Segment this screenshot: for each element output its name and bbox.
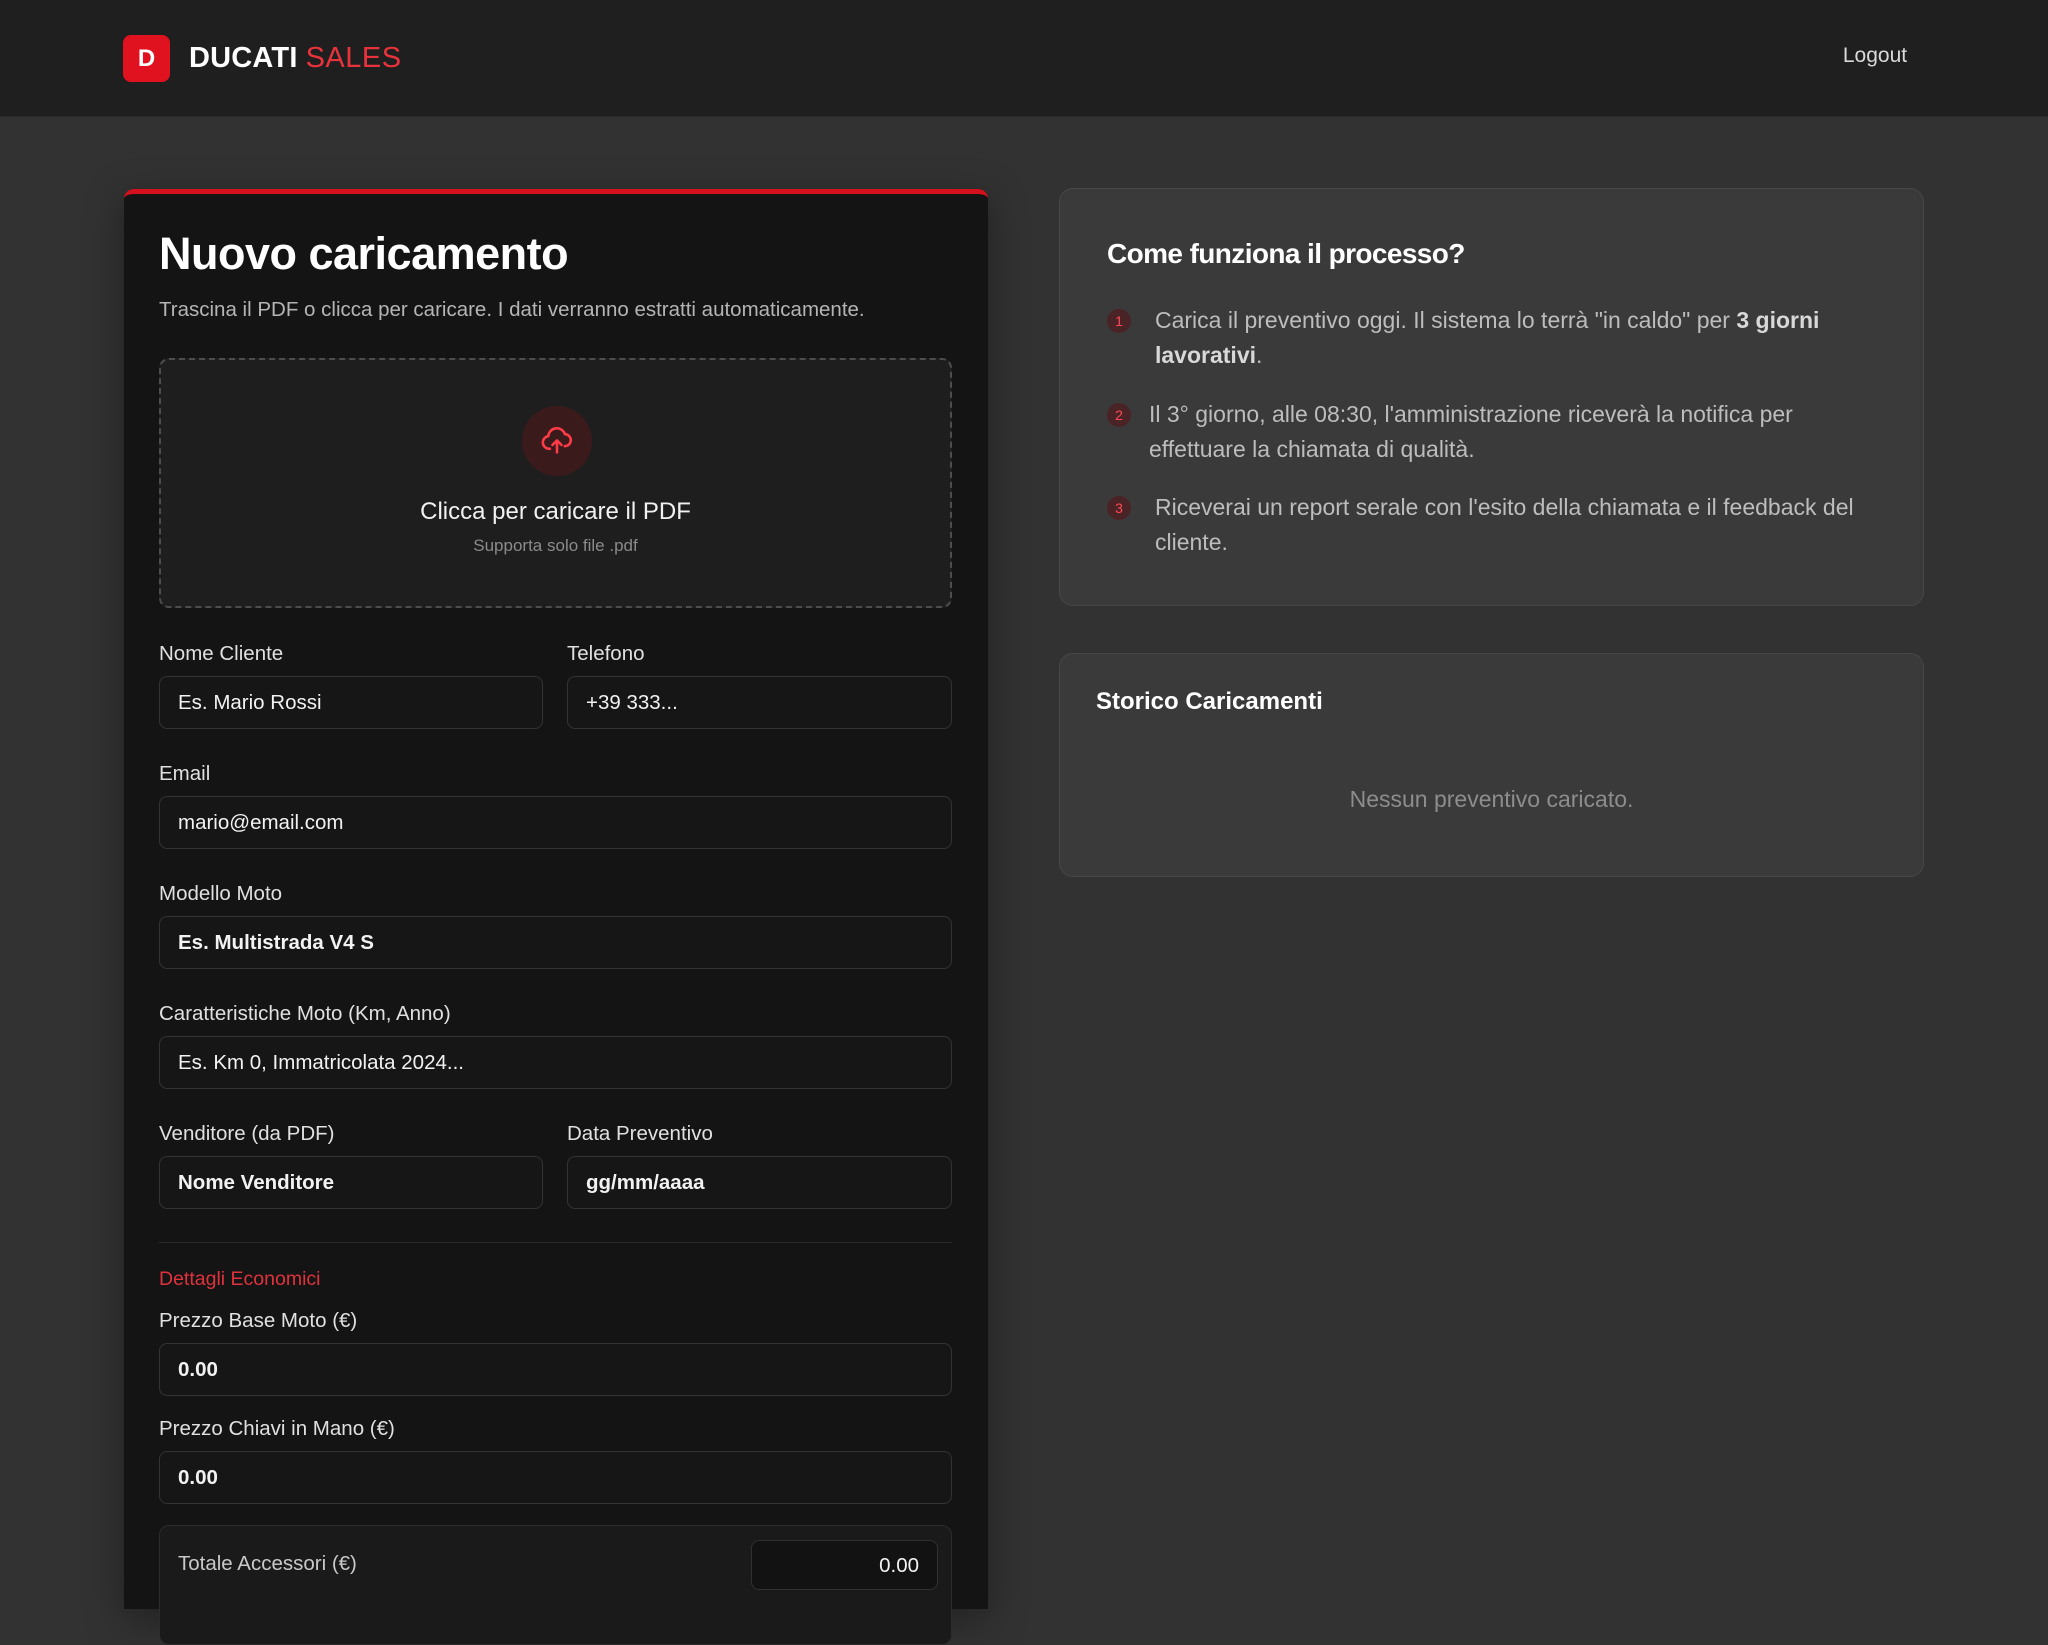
prezzo-chiavi-label: Prezzo Chiavi in Mano (€) (159, 1417, 395, 1440)
process-title: Come funziona il processo? (1107, 238, 1465, 269)
modello-input[interactable]: Es. Multistrada V4 S (159, 916, 952, 969)
venditore-label: Venditore (da PDF) (159, 1122, 335, 1145)
step-text: Carica il preventivo oggi. Il sistema lo… (1155, 307, 1820, 368)
step-number: 2 (1107, 403, 1131, 427)
brand-name: DUCATI (189, 42, 298, 74)
nome-cliente-label: Nome Cliente (159, 642, 284, 665)
nome-cliente-input[interactable]: Es. Mario Rossi (159, 676, 543, 729)
page-subtitle: Trascina il PDF o clicca per caricare. I… (159, 298, 865, 321)
history-empty-state: Nessun preventivo caricato. (1349, 786, 1634, 812)
accessori-box: Totale Accessori (€) 0.00 (159, 1525, 952, 1645)
page-title: Nuovo caricamento (159, 228, 569, 279)
data-label: Data Preventivo (567, 1122, 713, 1145)
upload-history-card: Storico Caricamenti Nessun preventivo ca… (1059, 653, 1924, 877)
section-divider (159, 1242, 952, 1243)
economics-section-label: Dettagli Economici (159, 1268, 321, 1290)
top-navbar: D DUCATI SALES Logout (0, 0, 2048, 117)
step-number: 1 (1107, 309, 1131, 333)
process-info-card: Come funziona il processo? 1 Carica il p… (1059, 188, 1924, 606)
email-input[interactable]: mario@email.com (159, 796, 952, 849)
history-title: Storico Caricamenti (1096, 688, 1323, 715)
brand-accent: SALES (305, 42, 402, 74)
data-preventivo-input[interactable]: gg/mm/aaaa (567, 1156, 952, 1209)
dropzone-hint: Supporta solo file .pdf (473, 536, 638, 555)
email-label: Email (159, 762, 211, 785)
logout-button[interactable]: Logout (1820, 44, 1930, 68)
venditore-input[interactable]: Nome Venditore (159, 1156, 543, 1209)
step-number: 3 (1107, 496, 1131, 520)
upload-card: Nuovo caricamento Trascina il PDF o clic… (124, 189, 988, 1645)
prezzo-chiavi-input[interactable]: 0.00 (159, 1451, 952, 1504)
cloud-upload-icon (522, 406, 592, 476)
caratteristiche-input[interactable]: Es. Km 0, Immatricolata 2024... (159, 1036, 952, 1089)
prezzo-base-input[interactable]: 0.00 (159, 1343, 952, 1396)
step-text: Riceverai un report serale con l'esito d… (1155, 494, 1854, 555)
brand-logo[interactable]: D DUCATI SALES (123, 35, 402, 82)
totale-accessori-label: Totale Accessori (€) (178, 1552, 357, 1575)
totale-accessori-input[interactable]: 0.00 (751, 1540, 938, 1590)
ducati-logo-icon: D (123, 35, 170, 82)
caratteristiche-label: Caratteristiche Moto (Km, Anno) (159, 1002, 451, 1025)
prezzo-base-label: Prezzo Base Moto (€) (159, 1309, 358, 1332)
step-text: Il 3° giorno, alle 08:30, l'amministrazi… (1149, 401, 1793, 462)
modello-label: Modello Moto (159, 882, 283, 905)
telefono-input[interactable]: +39 333... (567, 676, 952, 729)
dropzone-title: Clicca per caricare il PDF (420, 498, 691, 525)
telefono-label: Telefono (567, 642, 645, 665)
pdf-dropzone[interactable]: Clicca per caricare il PDF Supporta solo… (159, 358, 952, 608)
